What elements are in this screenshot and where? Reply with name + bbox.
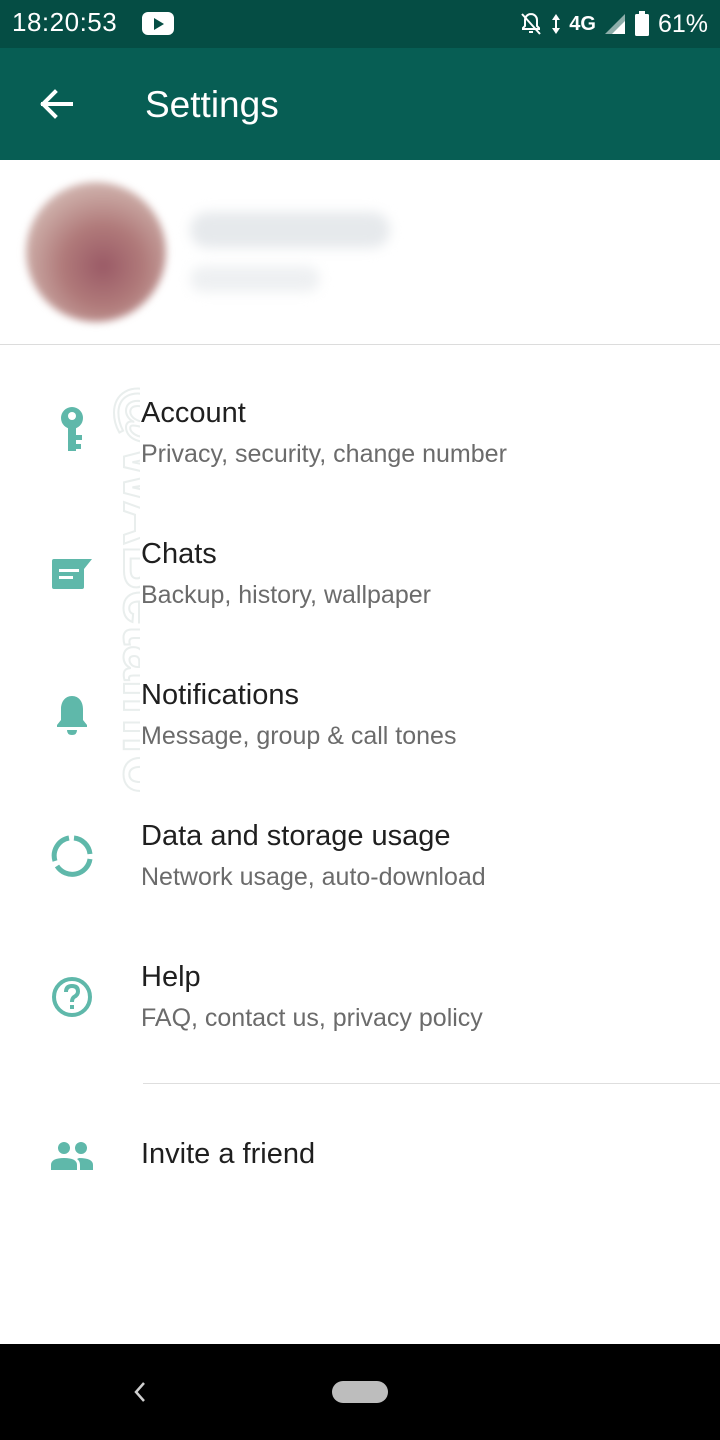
status-time: 18:20:53	[12, 7, 118, 37]
status-icons: 4G 61%	[519, 8, 708, 40]
menu-item-title: Chats	[141, 538, 217, 570]
back-button[interactable]	[28, 78, 84, 130]
menu-item-notifications[interactable]: Notifications Message, group & call tone…	[0, 627, 720, 768]
menu-item-title: Notifications	[141, 679, 299, 711]
profile-status-redacted	[190, 266, 320, 292]
menu-item-subtitle: Backup, history, wallpaper	[141, 581, 431, 609]
menu-item-title: Data and storage usage	[141, 820, 451, 852]
system-nav-bar	[0, 1344, 720, 1440]
profile-name-redacted	[190, 212, 390, 248]
app-bar: Settings	[0, 48, 720, 160]
battery-icon	[634, 11, 649, 36]
menu-item-account[interactable]: Account Privacy, security, change number	[0, 345, 720, 486]
menu-item-subtitle: Privacy, security, change number	[141, 440, 507, 468]
bell-icon	[48, 691, 96, 739]
page-title: Settings	[145, 84, 279, 125]
chevron-left-icon	[134, 1382, 145, 1402]
menu-item-title: Account	[141, 397, 246, 429]
menu-item-subtitle: Message, group & call tones	[141, 722, 457, 750]
battery-percent: 61%	[657, 9, 708, 38]
menu-item-help[interactable]: Help FAQ, contact us, privacy policy	[0, 909, 720, 1050]
menu-item-subtitle: Network usage, auto-download	[141, 863, 486, 891]
notifications-off-icon	[521, 12, 542, 35]
menu-item-invite[interactable]: Invite a friend	[0, 1100, 720, 1212]
nav-back-button[interactable]	[122, 1372, 158, 1412]
menu-item-chats[interactable]: Chats Backup, history, wallpaper	[0, 486, 720, 627]
divider	[143, 1083, 720, 1084]
menu-item-subtitle: FAQ, contact us, privacy policy	[141, 1004, 483, 1032]
avatar[interactable]	[26, 182, 166, 322]
data-usage-icon	[48, 832, 96, 880]
chat-icon	[48, 550, 96, 598]
arrow-back-icon	[40, 89, 73, 119]
youtube-icon	[142, 12, 174, 35]
status-bar: 18:20:53 4G 61%	[0, 0, 720, 48]
network-type: 4G	[569, 12, 596, 35]
menu-item-title: Help	[141, 961, 201, 993]
people-icon	[48, 1132, 96, 1180]
help-icon	[48, 973, 96, 1021]
key-icon	[48, 405, 96, 453]
menu-item-data-storage[interactable]: Data and storage usage Network usage, au…	[0, 768, 720, 909]
signal-icon	[604, 14, 625, 34]
profile-header[interactable]	[0, 160, 720, 345]
data-arrows-icon	[552, 14, 561, 34]
menu-item-title: Invite a friend	[141, 1138, 316, 1170]
nav-home-pill[interactable]	[332, 1381, 388, 1403]
